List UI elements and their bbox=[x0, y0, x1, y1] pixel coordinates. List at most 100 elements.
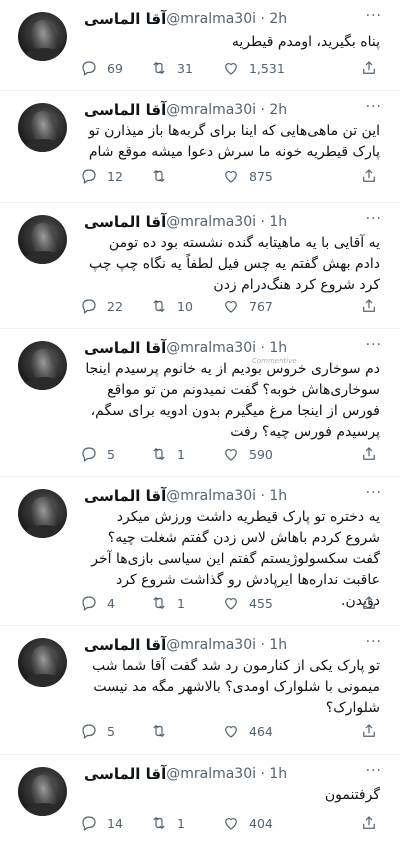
tweet[interactable]: @mralma30i · 2h آقا الماسی ··· پناه بگیر… bbox=[0, 0, 400, 90]
tweet[interactable]: @mralma30i · 2h آقا الماسی ··· این تن ما… bbox=[0, 91, 400, 202]
reply-button[interactable]: 14 bbox=[80, 814, 150, 832]
reply-button[interactable]: 69 bbox=[80, 59, 150, 77]
retweet-icon bbox=[153, 724, 165, 738]
like-button[interactable]: 455 bbox=[222, 594, 307, 612]
tweet-feed: @mralma30i · 2h آقا الماسی ··· پناه بگیر… bbox=[0, 0, 400, 847]
avatar[interactable] bbox=[18, 638, 67, 687]
handle[interactable]: @mralma30i bbox=[166, 102, 256, 118]
retweet-button[interactable]: 10 bbox=[150, 297, 222, 315]
avatar[interactable] bbox=[18, 12, 67, 61]
tweet-actions: 5 1 590 bbox=[80, 442, 380, 466]
share-button[interactable] bbox=[360, 167, 378, 185]
like-button[interactable]: 404 bbox=[222, 814, 307, 832]
tweet-text: یه آقایی با یه ماهیتابه گنده نشسته بود د… bbox=[89, 235, 380, 293]
avatar[interactable] bbox=[18, 341, 67, 390]
handle[interactable]: @mralma30i bbox=[166, 637, 256, 653]
handle[interactable]: @mralma30i bbox=[166, 214, 256, 230]
tweet[interactable]: @mralma30i · 1h آقا الماسی ··· یه دختره … bbox=[0, 477, 400, 625]
retweet-button[interactable]: 31 bbox=[150, 59, 222, 77]
tweet-meta: @mralma30i · 1h bbox=[166, 766, 288, 782]
more-icon[interactable]: ··· bbox=[366, 99, 382, 115]
timestamp[interactable]: 1h bbox=[269, 637, 287, 653]
avatar[interactable] bbox=[18, 767, 67, 816]
retweet-icon bbox=[153, 61, 165, 75]
handle[interactable]: @mralma30i bbox=[166, 766, 256, 782]
reply-icon bbox=[82, 447, 96, 462]
more-icon[interactable]: ··· bbox=[366, 485, 382, 501]
share-button[interactable] bbox=[360, 814, 378, 832]
display-name[interactable]: آقا الماسی bbox=[84, 636, 166, 654]
like-button[interactable]: 767 bbox=[222, 297, 307, 315]
timestamp[interactable]: 2h bbox=[269, 102, 287, 118]
handle[interactable]: @mralma30i bbox=[166, 488, 256, 504]
like-count: 1,531 bbox=[249, 60, 285, 76]
like-count: 464 bbox=[249, 723, 273, 739]
share-icon bbox=[363, 61, 375, 74]
reply-button[interactable]: 4 bbox=[80, 594, 150, 612]
display-name[interactable]: آقا الماسی bbox=[84, 765, 166, 783]
more-icon[interactable]: ··· bbox=[366, 211, 382, 227]
avatar[interactable] bbox=[18, 489, 67, 538]
reply-button[interactable]: 5 bbox=[80, 722, 150, 740]
reply-icon bbox=[82, 816, 96, 831]
share-button[interactable] bbox=[360, 445, 378, 463]
timestamp[interactable]: 1h bbox=[269, 214, 287, 230]
share-icon bbox=[363, 447, 375, 460]
tweet[interactable]: @mralma30i · 1h آقا الماسی ··· دم سوخاری… bbox=[0, 329, 400, 476]
tweet-header: @mralma30i · 2h آقا الماسی bbox=[80, 8, 362, 30]
reply-button[interactable]: 5 bbox=[80, 445, 150, 463]
retweet-button[interactable]: 1 bbox=[150, 445, 222, 463]
heart-icon bbox=[225, 598, 237, 610]
retweet-button[interactable]: 1 bbox=[150, 594, 222, 612]
display-name[interactable]: آقا الماسی bbox=[84, 487, 166, 505]
tweet-header: @mralma30i · 1h آقا الماسی bbox=[80, 337, 362, 359]
like-button[interactable]: 875 bbox=[222, 167, 307, 185]
timestamp[interactable]: 2h bbox=[269, 11, 287, 27]
like-button[interactable]: 1,531 bbox=[222, 59, 307, 77]
display-name[interactable]: آقا الماسی bbox=[84, 10, 166, 28]
share-icon bbox=[363, 596, 375, 609]
like-button[interactable]: 464 bbox=[222, 722, 307, 740]
tweet-text: گرفتنمون bbox=[324, 787, 380, 803]
tweet-meta: @mralma30i · 2h bbox=[166, 11, 288, 27]
share-icon bbox=[363, 169, 375, 182]
retweet-button[interactable]: 1 bbox=[150, 814, 222, 832]
reply-button[interactable]: 22 bbox=[80, 297, 150, 315]
like-button[interactable]: 590 bbox=[222, 445, 307, 463]
avatar[interactable] bbox=[18, 103, 67, 152]
tweet-text: این تن ماهی‌هایی که اینا برای گربه‌ها با… bbox=[88, 123, 381, 160]
more-icon[interactable]: ··· bbox=[366, 763, 382, 779]
reply-button[interactable]: 12 bbox=[80, 167, 150, 185]
reply-count: 69 bbox=[107, 60, 123, 76]
handle[interactable]: @mralma30i bbox=[166, 340, 256, 356]
heart-icon bbox=[225, 301, 237, 313]
tweet[interactable]: @mralma30i · 1h آقا الماسی ··· تو پارک ی… bbox=[0, 626, 400, 754]
retweet-count: 1 bbox=[177, 815, 185, 831]
tweet-actions: 69 31 1,531 bbox=[80, 56, 380, 80]
tweet[interactable]: @mralma30i · 1h آقا الماسی ··· گرفتنمون … bbox=[0, 755, 400, 847]
retweet-count: 1 bbox=[177, 595, 185, 611]
display-name[interactable]: آقا الماسی bbox=[84, 339, 166, 357]
timestamp[interactable]: 1h bbox=[269, 340, 287, 356]
share-button[interactable] bbox=[360, 297, 378, 315]
more-icon[interactable]: ··· bbox=[366, 8, 382, 24]
timestamp[interactable]: 1h bbox=[269, 488, 287, 504]
display-name[interactable]: آقا الماسی bbox=[84, 101, 166, 119]
tweet[interactable]: @mralma30i · 1h آقا الماسی ··· یه آقایی … bbox=[0, 203, 400, 328]
more-icon[interactable]: ··· bbox=[366, 634, 382, 650]
avatar[interactable] bbox=[18, 215, 67, 264]
tweet-header: @mralma30i · 1h آقا الماسی bbox=[80, 211, 362, 233]
more-icon[interactable]: ··· bbox=[366, 337, 382, 353]
reply-count: 22 bbox=[107, 298, 123, 314]
reply-icon bbox=[82, 299, 96, 314]
share-button[interactable] bbox=[360, 722, 378, 740]
handle[interactable]: @mralma30i bbox=[166, 11, 256, 27]
share-button[interactable] bbox=[360, 594, 378, 612]
tweet-text: تو پارک یکی از کنارمون رد شد گفت آقا شما… bbox=[92, 658, 380, 716]
share-button[interactable] bbox=[360, 59, 378, 77]
retweet-button[interactable] bbox=[150, 722, 222, 740]
heart-icon bbox=[225, 818, 237, 830]
retweet-button[interactable] bbox=[150, 167, 222, 185]
display-name[interactable]: آقا الماسی bbox=[84, 213, 166, 231]
timestamp[interactable]: 1h bbox=[269, 766, 287, 782]
